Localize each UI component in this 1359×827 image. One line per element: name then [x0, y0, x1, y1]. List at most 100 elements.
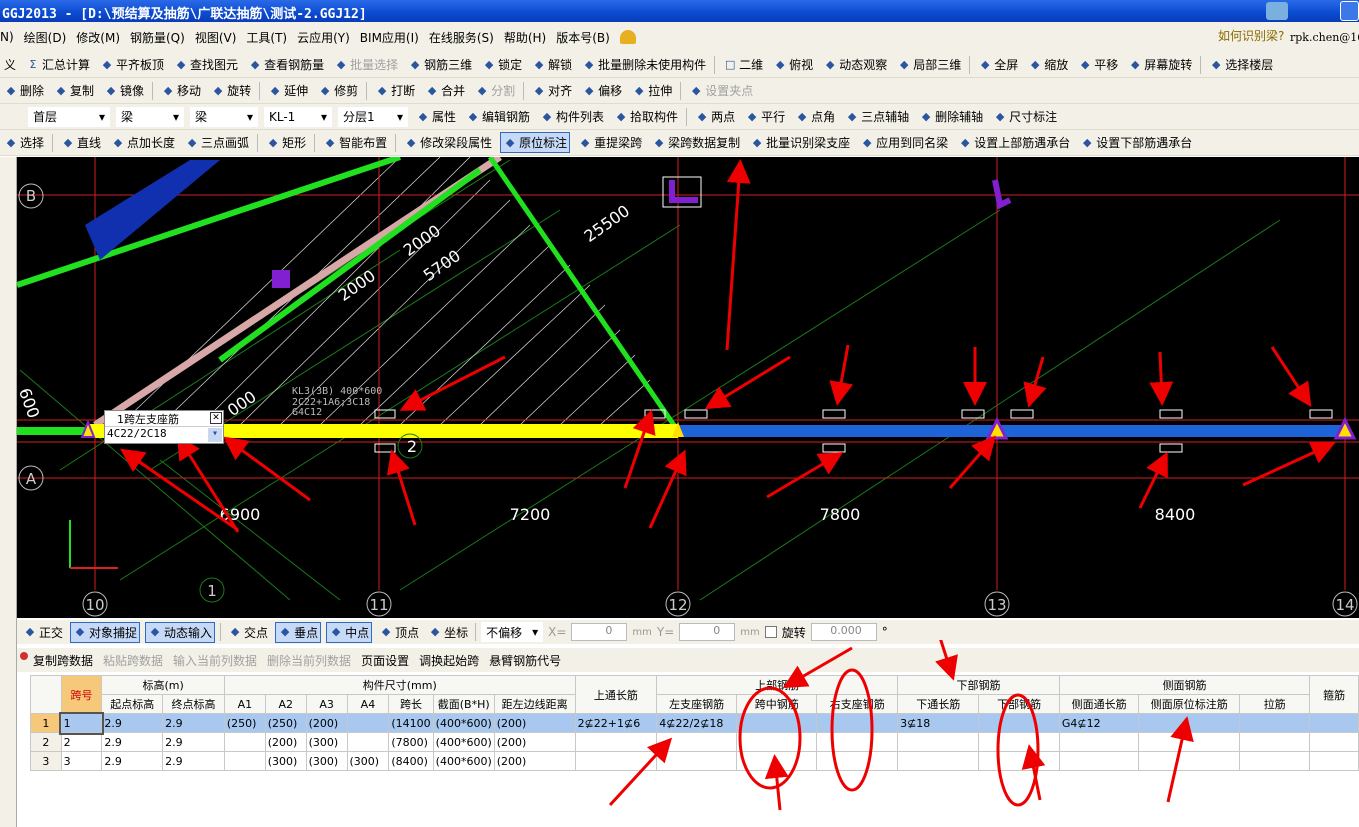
- edit-button-1[interactable]: ◆ 复制: [52, 81, 96, 100]
- edit-button-7[interactable]: ◆ 打断: [373, 81, 417, 100]
- main-button-0[interactable]: 义: [2, 55, 18, 74]
- draw-button-4[interactable]: ◆ 矩形: [264, 133, 308, 152]
- menu-modify[interactable]: 修改(M): [76, 29, 120, 46]
- menu-draw[interactable]: 绘图(D): [24, 29, 67, 46]
- main-button-17[interactable]: ◆ 屏幕旋转: [1126, 55, 1194, 74]
- main-button-12[interactable]: ◆ 动态观察: [821, 55, 889, 74]
- main-button-3[interactable]: ◆ 查找图元: [172, 55, 240, 74]
- button-label: 原位标注: [519, 136, 568, 150]
- menu-rebar-quantity[interactable]: 钢筋量(Q): [130, 29, 185, 46]
- main-button-13[interactable]: ◆ 局部三维: [895, 55, 963, 74]
- edit-icon: ◆: [6, 83, 16, 97]
- category-select[interactable]: 梁 ▾: [116, 106, 184, 127]
- type-select[interactable]: 梁 ▾: [190, 106, 258, 127]
- main-button-18[interactable]: ◆ 选择楼层: [1207, 55, 1275, 74]
- component-button-8[interactable]: ◆ 删除辅轴: [917, 107, 985, 126]
- draw-button-6[interactable]: ◆ 修改梁段属性: [402, 133, 494, 152]
- layer-select[interactable]: 分层1 ▾: [338, 106, 408, 127]
- edit-button-0[interactable]: ◆ 删除: [2, 81, 46, 100]
- help-link[interactable]: 如何识别梁?: [1218, 27, 1284, 44]
- menu-cloud[interactable]: 云应用(Y): [297, 29, 350, 46]
- main-button-7[interactable]: ◆ 锁定: [480, 55, 524, 74]
- edit-button-13[interactable]: ◆ 设置夹点: [687, 81, 755, 100]
- minimize-button[interactable]: [1340, 1, 1359, 21]
- y-input[interactable]: 0: [679, 623, 736, 641]
- component-button-2[interactable]: ◆ 构件列表: [538, 107, 606, 126]
- draw-button-8[interactable]: ◆ 重提梁跨: [576, 133, 644, 152]
- main-button-9[interactable]: ◆ 批量删除未使用构件: [580, 55, 708, 74]
- main-button-14[interactable]: ◆ 全屏: [976, 55, 1020, 74]
- assistant-icon[interactable]: [1266, 2, 1288, 20]
- draw-button-3[interactable]: ◆ 三点画弧: [183, 133, 251, 152]
- component-button-3[interactable]: ◆ 拾取构件: [612, 107, 680, 126]
- component-button-9[interactable]: ◆ 尺寸标注: [991, 107, 1059, 126]
- edit-button-4[interactable]: ◆ 旋转: [209, 81, 253, 100]
- component-button-1[interactable]: ◆ 编辑钢筋: [464, 107, 532, 126]
- edit-button-9[interactable]: ◆ 分割: [473, 81, 517, 100]
- edit-button-3[interactable]: ◆ 移动: [159, 81, 203, 100]
- menu-bim[interactable]: BIM应用(I): [360, 29, 419, 46]
- menu-help[interactable]: 帮助(H): [504, 29, 546, 46]
- component-select[interactable]: KL-1 ▾: [264, 106, 332, 127]
- cad-drawing[interactable]: 6900 7200 7800 8400 2000 2000 5700 25500…: [15, 154, 1359, 618]
- edit-button-5[interactable]: ◆ 延伸: [266, 81, 310, 100]
- main-button-6[interactable]: ◆ 钢筋三维: [406, 55, 474, 74]
- popup-value-input[interactable]: 4C22/2C18: [107, 427, 167, 440]
- rotate-input[interactable]: 0.000: [810, 623, 877, 641]
- edit-button-2[interactable]: ◆ 镜像: [102, 81, 146, 100]
- component-button-5[interactable]: ◆ 平行: [743, 107, 787, 126]
- main-button-1[interactable]: Σ 汇总计算: [24, 55, 92, 74]
- menu-online[interactable]: 在线服务(S): [429, 29, 494, 46]
- draw-button-5[interactable]: ◆ 智能布置: [321, 133, 389, 152]
- snap-button-3[interactable]: ◆ 交点: [226, 623, 270, 642]
- component-icon: ◆: [995, 109, 1005, 123]
- edit-button-11[interactable]: ◆ 偏移: [580, 81, 624, 100]
- helmet-icon[interactable]: [619, 30, 636, 44]
- snap-button-7[interactable]: ◆ 坐标: [426, 623, 470, 642]
- menu-tools[interactable]: 工具(T): [246, 29, 287, 46]
- draw-button-9[interactable]: ◆ 梁跨数据复制: [650, 133, 742, 152]
- component-button-0[interactable]: ◆ 属性: [414, 107, 458, 126]
- main-button-16[interactable]: ◆ 平移: [1076, 55, 1120, 74]
- draw-button-1[interactable]: ◆ 直线: [59, 133, 103, 152]
- draw-button-11[interactable]: ◆ 应用到同名梁: [858, 133, 950, 152]
- main-button-4[interactable]: ◆ 查看钢筋量: [246, 55, 326, 74]
- inline-edit-popup[interactable]: 1跨左支座筋 ✕ 4C22/2C18 ▾: [104, 410, 224, 444]
- button-label: 屏幕旋转: [1144, 58, 1193, 72]
- draw-button-10[interactable]: ◆ 批量识别梁支座: [748, 133, 852, 152]
- snap-icon: ◆: [230, 625, 240, 638]
- main-button-8[interactable]: ◆ 解锁: [530, 55, 574, 74]
- component-button-4[interactable]: ◆ 两点: [693, 107, 737, 126]
- component-button-6[interactable]: ◆ 点角: [793, 107, 837, 126]
- chevron-down-icon[interactable]: ▾: [208, 428, 222, 442]
- draw-button-7[interactable]: ◆ 原位标注: [500, 132, 571, 153]
- draw-button-0[interactable]: ◆ 选择: [2, 133, 46, 152]
- draw-button-13[interactable]: ◆ 设置下部筋遇承台: [1078, 133, 1194, 152]
- button-label: 批量识别梁支座: [766, 136, 851, 150]
- menu-item-cut[interactable]: N): [0, 30, 14, 44]
- main-button-2[interactable]: ◆ 平齐板顶: [98, 55, 166, 74]
- floor-select[interactable]: 首层 ▾: [28, 106, 110, 127]
- rotate-checkbox[interactable]: [764, 626, 777, 638]
- edit-button-6[interactable]: ◆ 修剪: [316, 81, 360, 100]
- main-button-11[interactable]: ◆ 俯视: [771, 55, 815, 74]
- drawing-canvas[interactable]: 6900 7200 7800 8400 2000 2000 5700 25500…: [15, 154, 1359, 618]
- x-input[interactable]: 0: [571, 623, 628, 641]
- button-label: 梁跨数据复制: [668, 136, 741, 150]
- offset-select[interactable]: 不偏移 ▾: [481, 622, 544, 642]
- edit-button-8[interactable]: ◆ 合并: [423, 81, 467, 100]
- edit-button-12[interactable]: ◆ 拉伸: [630, 81, 674, 100]
- menu-version[interactable]: 版本号(B): [556, 29, 610, 46]
- component-button-7[interactable]: ◆ 三点辅轴: [843, 107, 911, 126]
- main-button-5[interactable]: ◆ 批量选择: [332, 55, 400, 74]
- close-icon[interactable]: ✕: [210, 412, 222, 424]
- menu-view[interactable]: 视图(V): [195, 29, 237, 46]
- snap-button-6[interactable]: ◆ 顶点: [377, 623, 421, 642]
- draw-button-2[interactable]: ◆ 点加长度: [109, 133, 177, 152]
- draw-button-12[interactable]: ◆ 设置上部筋遇承台: [956, 133, 1072, 152]
- main-button-10[interactable]: □ 二维: [721, 55, 765, 74]
- snap-button-0[interactable]: ◆ 正交: [21, 623, 65, 642]
- column-purple: [272, 270, 290, 288]
- main-button-15[interactable]: ◆ 缩放: [1026, 55, 1070, 74]
- edit-button-10[interactable]: ◆ 对齐: [530, 81, 574, 100]
